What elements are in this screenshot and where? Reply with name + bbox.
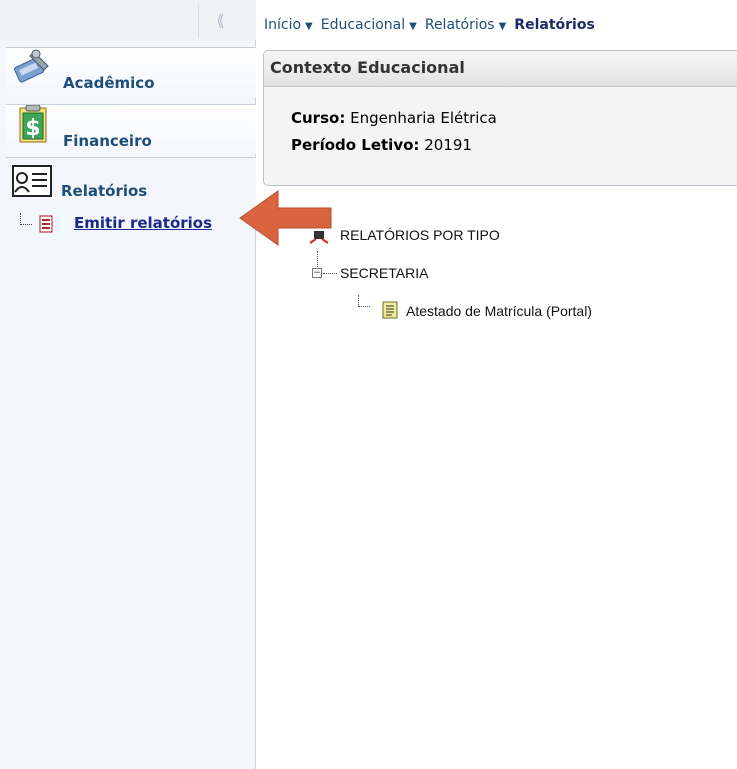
report-tree: RELATÓRIOS POR TIPO − SECRETARIA Atestad…: [270, 215, 730, 355]
tree-connector: [358, 295, 370, 307]
pointer-arrow-annotation: [239, 190, 332, 246]
sidebar-header: ⟨⟨: [0, 0, 256, 40]
collapse-toggle-icon[interactable]: −: [312, 268, 322, 278]
left-panel: ⟨⟨ Acadêmico $ Financeiro Relatórios Emi…: [0, 0, 256, 769]
sidebar-tab-label: Acadêmico: [63, 74, 155, 92]
sidebar-tab-academico[interactable]: Acadêmico: [6, 47, 256, 97]
tree-node-atestado-matricula[interactable]: Atestado de Matrícula (Portal): [406, 303, 592, 319]
top-navigation-bar: Início ▼ Educacional ▼ Relatórios ▼ Relatórios: [256, 0, 737, 50]
tree-node-secretaria[interactable]: SECRETARIA: [340, 265, 428, 281]
curso-row: Curso: Engenharia Elétrica: [291, 109, 497, 127]
breadcrumb-current: Relatórios: [514, 17, 595, 33]
sidebar-tab-relatorios[interactable]: Relatórios: [6, 157, 256, 209]
report-card-icon: [12, 165, 52, 197]
breadcrumb-inicio[interactable]: Início: [264, 17, 301, 33]
sidebar-tab-label: Financeiro: [63, 132, 152, 150]
context-panel: Contexto Educacional Curso: Engenharia E…: [263, 50, 737, 186]
periodo-label: Período Letivo:: [291, 136, 420, 154]
sidebar-tab-label: Relatórios: [61, 182, 148, 200]
curso-value: Engenharia Elétrica: [350, 109, 497, 127]
tree-node-root[interactable]: RELATÓRIOS POR TIPO: [340, 227, 500, 243]
periodo-row: Período Letivo: 20191: [291, 136, 472, 154]
collapse-sidebar-button[interactable]: ⟨⟨: [198, 4, 238, 38]
dollar-document-icon: $: [19, 105, 47, 143]
breadcrumb-relatorios[interactable]: Relatórios: [425, 17, 495, 33]
periodo-value: 20191: [424, 136, 472, 154]
breadcrumb: Início ▼ Educacional ▼ Relatórios ▼ Relatórios: [264, 17, 595, 33]
svg-text:$: $: [25, 116, 40, 141]
tree-connector: [323, 273, 337, 274]
wrench-book-icon: [13, 49, 49, 83]
context-panel-title: Contexto Educacional: [264, 51, 737, 87]
submenu-emitir-relatorios[interactable]: Emitir relatórios: [16, 213, 252, 237]
tree-connector: [20, 213, 32, 225]
chevron-down-icon[interactable]: ▼: [409, 21, 417, 32]
tree-connector: [317, 251, 318, 267]
curso-label: Curso:: [291, 109, 346, 127]
submenu-item-label[interactable]: Emitir relatórios: [74, 214, 212, 232]
breadcrumb-educacional[interactable]: Educacional: [321, 17, 405, 33]
chevron-down-icon[interactable]: ▼: [305, 21, 313, 32]
report-document-icon: [382, 301, 398, 319]
chevron-down-icon[interactable]: ▼: [499, 21, 507, 32]
document-icon: [39, 215, 53, 233]
sidebar-tab-financeiro[interactable]: $ Financeiro: [6, 104, 256, 154]
